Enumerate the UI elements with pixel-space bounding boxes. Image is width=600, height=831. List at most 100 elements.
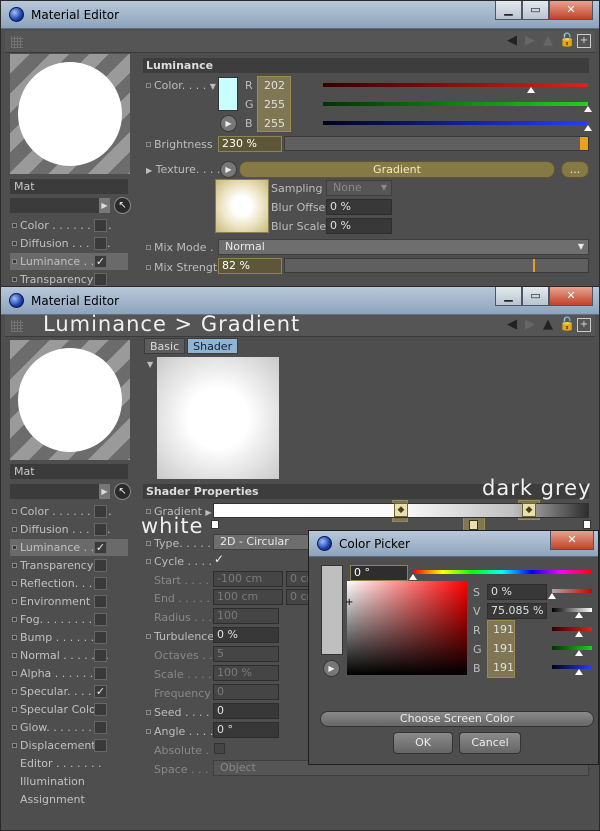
grip-icon[interactable]: [11, 320, 23, 332]
radius-value[interactable]: 100: [213, 608, 279, 624]
blur-offset-value[interactable]: 0 %: [326, 199, 392, 215]
s-value[interactable]: 0 %: [487, 584, 547, 600]
mix-mode-dropdown[interactable]: Normal ▼: [218, 239, 589, 255]
channel-item[interactable]: Environment: [10, 593, 128, 610]
mix-strength-slider[interactable]: [284, 258, 589, 273]
grip-icon[interactable]: [11, 36, 23, 48]
v-value[interactable]: 75.085 %: [487, 603, 547, 619]
close-button[interactable]: ✕: [550, 531, 594, 550]
channel-checkbox[interactable]: [94, 237, 107, 250]
close-button[interactable]: ✕: [549, 1, 593, 20]
b-slider[interactable]: [323, 121, 588, 125]
sv-field[interactable]: [347, 581, 467, 675]
texture-gradient-button[interactable]: Gradient: [239, 161, 555, 178]
frequency-value[interactable]: 0: [213, 684, 279, 700]
b-slider-knob[interactable]: [584, 125, 592, 131]
angle-value[interactable]: 0 °: [213, 722, 279, 738]
end-value[interactable]: 100 cm: [213, 589, 283, 605]
picker-r-slider[interactable]: [552, 627, 592, 631]
channel-item[interactable]: Bump . . . . . . . .: [10, 629, 128, 646]
picker-r-knob[interactable]: [575, 631, 583, 637]
ok-button[interactable]: OK: [393, 732, 453, 754]
texture-more-button[interactable]: ...: [561, 161, 589, 178]
picker-b-slider[interactable]: [552, 665, 592, 669]
channel-item[interactable]: Glow. . . . . . . . .: [10, 719, 128, 736]
tab-shader[interactable]: Shader: [187, 338, 239, 354]
brightness-value[interactable]: 230 %: [218, 136, 282, 152]
lock-icon[interactable]: 🔓: [559, 318, 575, 332]
channel-checkbox[interactable]: ✓: [94, 255, 107, 268]
channel-item[interactable]: Illumination: [10, 773, 128, 790]
material-dropdown[interactable]: ▶: [10, 198, 110, 213]
channel-checkbox[interactable]: [94, 721, 107, 734]
material-name[interactable]: Mat: [10, 464, 128, 479]
sv-crosshair-icon[interactable]: +: [345, 597, 353, 608]
close-button[interactable]: ✕: [549, 287, 593, 306]
channel-item[interactable]: Diffusion . . . . . .: [10, 521, 128, 538]
title-bar[interactable]: Color Picker ✕: [309, 531, 598, 557]
texture-thumbnail[interactable]: [215, 179, 269, 233]
new-window-icon[interactable]: +: [577, 34, 591, 48]
back-arrow-icon[interactable]: ◀: [505, 318, 519, 332]
channel-item[interactable]: Displacement: [10, 737, 128, 754]
channel-checkbox[interactable]: [94, 559, 107, 572]
scale-value[interactable]: 100 %: [213, 665, 279, 681]
hue-slider[interactable]: [413, 570, 591, 574]
channel-diffusion[interactable]: Diffusion . . . . . .: [10, 235, 128, 252]
octaves-value[interactable]: 5: [213, 646, 279, 662]
g-value[interactable]: 255: [260, 97, 318, 113]
channel-item[interactable]: Normal . . . . . . .: [10, 647, 128, 664]
r-slider[interactable]: [323, 83, 588, 87]
channel-checkbox[interactable]: ✓: [94, 685, 107, 698]
channel-item[interactable]: Alpha . . . . . . . .: [10, 665, 128, 682]
channel-checkbox[interactable]: [94, 505, 107, 518]
texture-menu-button[interactable]: ▶: [220, 161, 237, 178]
channel-luminance[interactable]: Luminance . . . ✓: [10, 253, 128, 270]
color-swatch[interactable]: [218, 77, 238, 111]
pointer-cursor-icon[interactable]: ↖: [114, 197, 131, 214]
channel-item[interactable]: Specular. . . . . . ✓: [10, 683, 128, 700]
gradient-knot-black[interactable]: [583, 520, 591, 529]
title-bar[interactable]: Material Editor ▁ ▭ ✕: [1, 1, 599, 29]
up-arrow-icon[interactable]: ▲: [541, 318, 555, 332]
picker-g-knob[interactable]: [575, 650, 583, 656]
picker-b-knob[interactable]: [575, 669, 583, 675]
forward-arrow-icon[interactable]: ▶: [523, 318, 537, 332]
cancel-button[interactable]: Cancel: [459, 732, 521, 754]
maximize-button[interactable]: ▭: [522, 1, 549, 20]
type-dropdown[interactable]: 2D - Circular: [213, 534, 313, 550]
material-preview[interactable]: [10, 54, 130, 174]
v-slider-knob[interactable]: [575, 612, 583, 618]
material-name[interactable]: Mat: [10, 179, 128, 194]
s-slider[interactable]: [552, 589, 592, 593]
channel-checkbox[interactable]: [94, 631, 107, 644]
maximize-button[interactable]: ▭: [522, 287, 549, 306]
turbulence-value[interactable]: 0 %: [213, 627, 279, 643]
channel-checkbox[interactable]: [94, 577, 107, 590]
channel-item[interactable]: Editor . . . . . . .: [10, 755, 128, 772]
channel-item[interactable]: Reflection. . . . .: [10, 575, 128, 592]
picker-g-slider[interactable]: [552, 646, 592, 650]
hue-value[interactable]: 0 °: [350, 565, 408, 581]
channel-checkbox[interactable]: [94, 739, 107, 752]
s-slider-knob[interactable]: [548, 593, 556, 599]
brightness-slider[interactable]: [284, 136, 589, 151]
mix-strength-value[interactable]: 82 %: [218, 258, 282, 274]
channel-item[interactable]: Luminance . . . ✓: [10, 539, 128, 556]
material-preview[interactable]: [10, 340, 130, 460]
color-options-button[interactable]: ▶: [220, 115, 237, 132]
new-window-icon[interactable]: +: [577, 318, 591, 332]
back-arrow-icon[interactable]: ◀: [505, 34, 519, 48]
channel-color[interactable]: Color . . . . . . . . .: [10, 217, 128, 234]
channel-checkbox[interactable]: [94, 667, 107, 680]
picker-options-button[interactable]: ▶: [323, 660, 340, 677]
up-arrow-icon[interactable]: ▲: [541, 34, 555, 48]
channel-item[interactable]: Color . . . . . . . . .: [10, 503, 128, 520]
title-bar[interactable]: Material Editor ▁ ▭ ✕: [1, 287, 599, 315]
gradient-interp-diamond-1[interactable]: ◆: [394, 503, 408, 517]
cycle-checkbox[interactable]: ✓: [214, 553, 227, 566]
channel-checkbox[interactable]: [94, 649, 107, 662]
channel-item[interactable]: Transparency: [10, 557, 128, 574]
seed-value[interactable]: 0: [213, 703, 279, 719]
channel-item[interactable]: Fog. . . . . . . . . .: [10, 611, 128, 628]
